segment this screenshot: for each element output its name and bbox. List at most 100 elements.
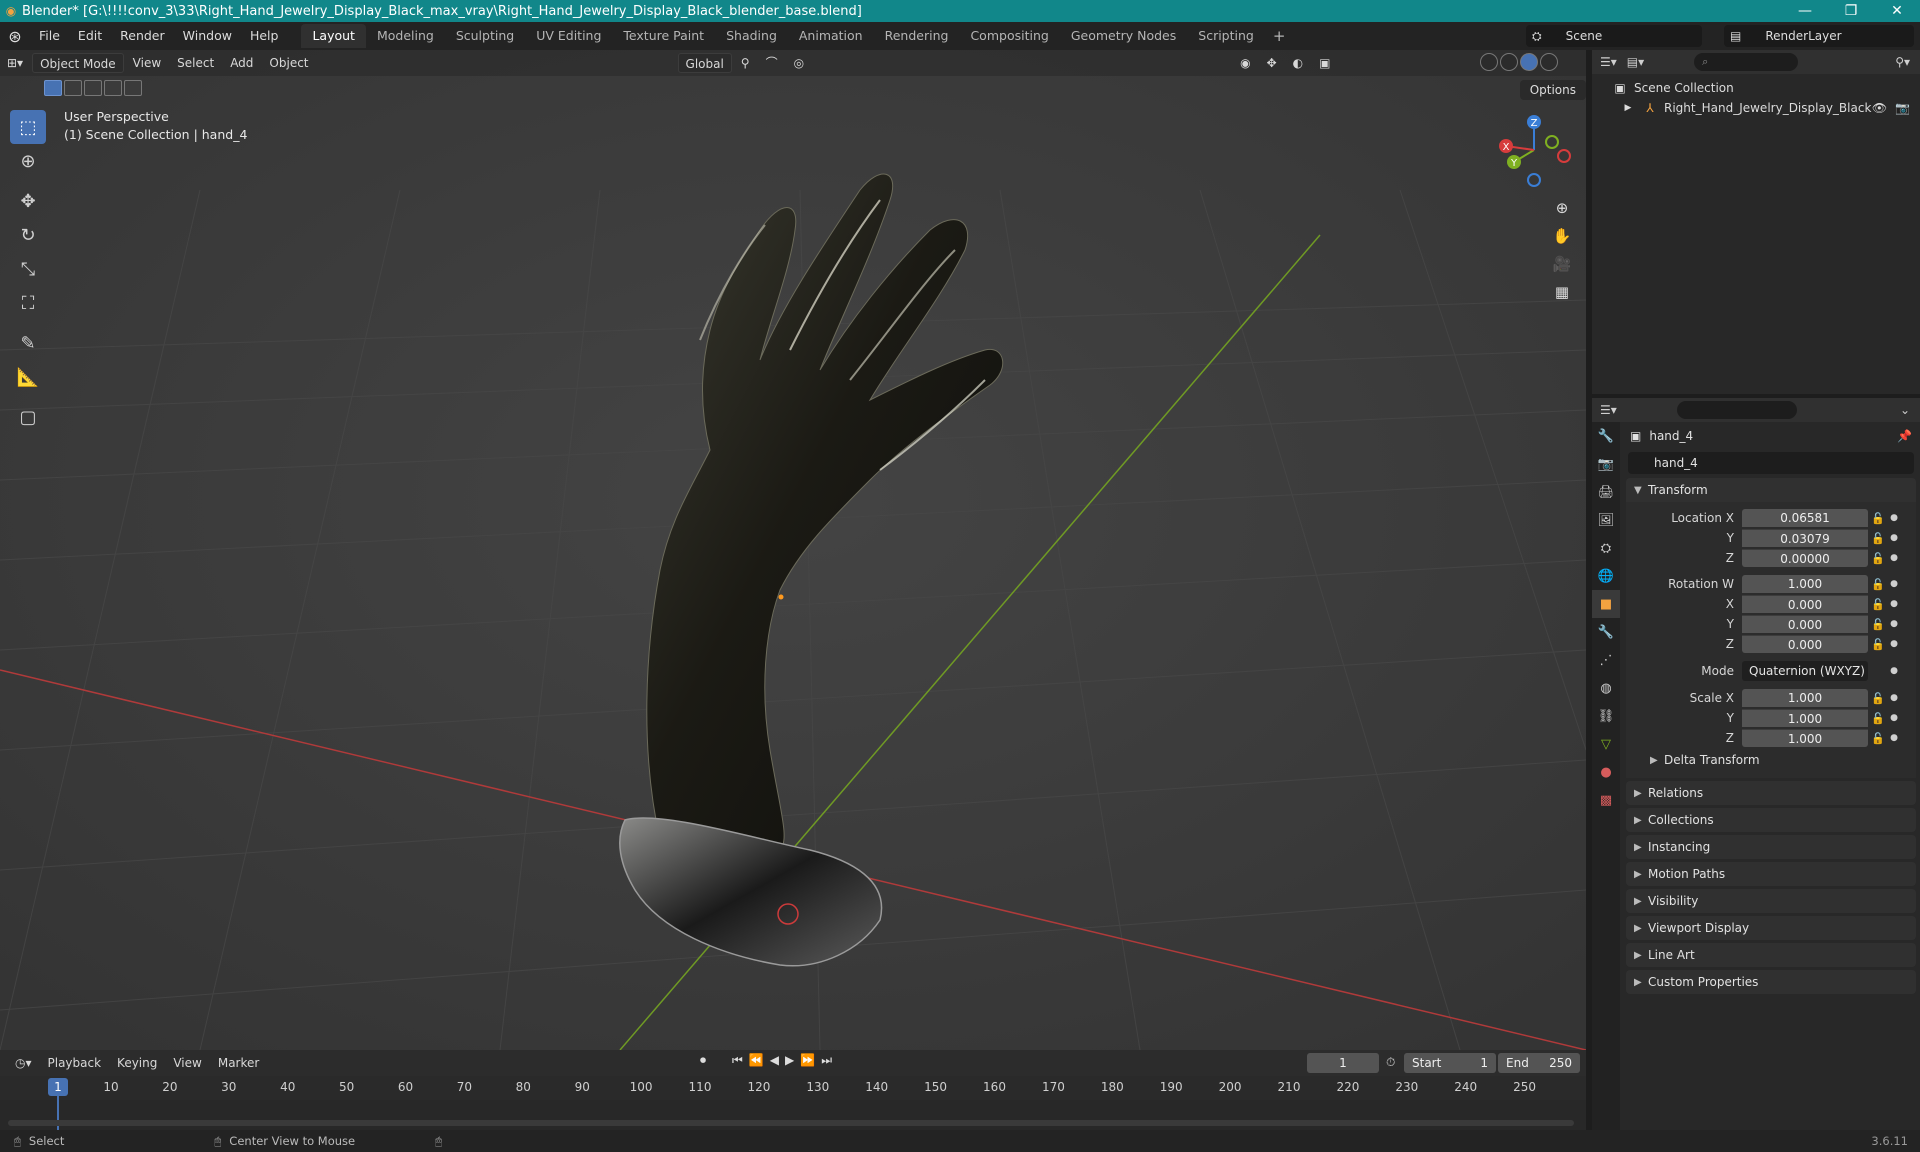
menu-add[interactable]: Add	[223, 53, 260, 73]
menu-timeline-view[interactable]: View	[166, 1053, 208, 1073]
menu-keying[interactable]: Keying	[110, 1053, 164, 1073]
location-x-field[interactable]: 0.06581	[1742, 509, 1868, 527]
lock-icon[interactable]: 🔓	[1868, 598, 1888, 611]
output-tab-icon[interactable]: 🖨	[1592, 478, 1620, 506]
keyframe-dot-icon[interactable]: ●	[1888, 733, 1900, 743]
next-keyframe-icon[interactable]: ⏩	[800, 1053, 815, 1068]
mode-dropdown[interactable]: Object Mode	[32, 53, 124, 73]
physics-tab-icon[interactable]: ◍	[1592, 674, 1620, 702]
select-extend-mode[interactable]	[64, 80, 82, 96]
scene-tab-icon[interactable]: ⛭	[1592, 534, 1620, 562]
neg-y-handle[interactable]	[1545, 135, 1559, 149]
keyframe-dot-icon[interactable]: ●	[1888, 639, 1900, 649]
delta-transform-subpanel[interactable]: ▶ Delta Transform	[1626, 748, 1916, 772]
lock-icon[interactable]: 🔓	[1868, 578, 1888, 591]
properties-search-input[interactable]	[1676, 401, 1797, 419]
xray-icon[interactable]: ▣	[1312, 53, 1337, 73]
keyframe-dot-icon[interactable]: ●	[1888, 533, 1900, 543]
lock-icon[interactable]: 🔓	[1868, 638, 1888, 651]
current-frame-field[interactable]: 1	[1307, 1053, 1379, 1073]
minimize-button[interactable]: —	[1782, 3, 1828, 19]
menu-marker[interactable]: Marker	[211, 1053, 266, 1073]
transform-orientation-dropdown[interactable]: Global	[677, 53, 732, 73]
navigation-gizmo[interactable]: Z Y X	[1494, 110, 1574, 190]
scale-tool[interactable]: ⤡	[10, 252, 46, 286]
rotation-z-field[interactable]: 0.000	[1742, 635, 1868, 653]
scale-x-field[interactable]: 1.000	[1742, 689, 1868, 707]
lock-icon[interactable]: 🔓	[1868, 532, 1888, 545]
menu-object[interactable]: Object	[262, 53, 315, 73]
line-art-panel-header[interactable]: ▶ Line Art	[1626, 943, 1916, 967]
rendered-shading-button[interactable]	[1540, 53, 1558, 71]
filter-icon[interactable]: ⚲▾	[1895, 55, 1920, 69]
tab-scripting[interactable]: Scripting	[1187, 24, 1265, 48]
add-cube-tool[interactable]: ▢	[10, 400, 46, 434]
editor-type-icon[interactable]: ⊞▾	[0, 53, 30, 73]
particles-tab-icon[interactable]: ⋰	[1592, 646, 1620, 674]
menu-view[interactable]: View	[126, 53, 168, 73]
proportional-edit-icon[interactable]: ◎	[787, 53, 811, 73]
jump-start-icon[interactable]: ⏮	[732, 1053, 743, 1068]
outliner-search-input[interactable]: ⌕	[1694, 53, 1799, 71]
properties-options-icon[interactable]: ⌄	[1900, 403, 1920, 417]
current-frame-marker[interactable]: 1	[48, 1078, 68, 1096]
neg-x-handle[interactable]	[1557, 149, 1571, 163]
camera-render-icon[interactable]: 📷	[1895, 101, 1910, 115]
tool-tab-icon[interactable]: 🔧	[1592, 422, 1620, 450]
end-frame-field[interactable]: End 250	[1498, 1053, 1580, 1073]
viewport-display-panel-header[interactable]: ▶ Viewport Display	[1626, 916, 1916, 940]
render-tab-icon[interactable]: 📷	[1592, 450, 1620, 478]
location-z-field[interactable]: 0.00000	[1742, 549, 1868, 567]
menu-edit[interactable]: Edit	[69, 25, 111, 47]
constraints-tab-icon[interactable]: ⛓	[1592, 702, 1620, 730]
menu-render[interactable]: Render	[111, 25, 174, 47]
scale-y-field[interactable]: 1.000	[1742, 709, 1868, 727]
object-name-field[interactable]: hand_4	[1628, 452, 1914, 474]
display-mode-icon[interactable]: ▤▾	[1627, 55, 1644, 69]
keyframe-dot-icon[interactable]: ●	[1888, 693, 1900, 703]
material-tab-icon[interactable]: ●	[1592, 758, 1620, 786]
gizmo-toggle-icon[interactable]: ✥	[1260, 53, 1284, 73]
tab-rendering[interactable]: Rendering	[874, 24, 960, 48]
3d-viewport[interactable]: ⊞▾ Object Mode View Select Add Object Gl…	[0, 50, 1586, 1050]
zoom-icon[interactable]: ⊕	[1548, 194, 1576, 222]
menu-playback[interactable]: Playback	[41, 1053, 109, 1073]
annotate-tool[interactable]: ✎	[10, 326, 46, 360]
select-invert-mode[interactable]	[104, 80, 122, 96]
keyframe-dot-icon[interactable]: ●	[1888, 579, 1900, 589]
expand-arrow-icon[interactable]: ▶	[1620, 103, 1636, 113]
visibility-panel-header[interactable]: ▶ Visibility	[1626, 889, 1916, 913]
lock-icon[interactable]: 🔓	[1868, 618, 1888, 631]
keyframe-dot-icon[interactable]: ●	[1888, 513, 1900, 523]
tab-uv-editing[interactable]: UV Editing	[525, 24, 612, 48]
outliner-item[interactable]: ▶ ⅄ Right_Hand_Jewelry_Display_Black 👁 📷	[1592, 98, 1920, 118]
modifier-tab-icon[interactable]: 🔧	[1592, 618, 1620, 646]
keyframe-dot-icon[interactable]: ●	[1888, 599, 1900, 609]
tab-animation[interactable]: Animation	[788, 24, 874, 48]
camera-icon[interactable]: 🎥	[1548, 250, 1576, 278]
rotate-tool[interactable]: ↻	[10, 218, 46, 252]
outliner-editor-icon[interactable]: ☰▾	[1600, 55, 1617, 69]
keyframe-dot-icon[interactable]: ●	[1888, 553, 1900, 563]
tab-sculpting[interactable]: Sculpting	[445, 24, 525, 48]
outliner-scene-collection[interactable]: ▣ Scene Collection	[1592, 78, 1920, 98]
lock-icon[interactable]: 🔓	[1868, 712, 1888, 725]
rotation-y-field[interactable]: 0.000	[1742, 615, 1868, 633]
tab-compositing[interactable]: Compositing	[959, 24, 1059, 48]
cursor-tool[interactable]: ⊕	[10, 144, 46, 178]
tab-layout[interactable]: Layout	[301, 24, 366, 48]
data-tab-icon[interactable]: ▽	[1592, 730, 1620, 758]
object-tab-icon[interactable]: ■	[1592, 590, 1620, 618]
select-intersect-mode[interactable]	[124, 80, 142, 96]
select-box-tool[interactable]: ⬚	[10, 110, 46, 144]
lock-icon[interactable]: 🔓	[1868, 552, 1888, 565]
menu-select[interactable]: Select	[170, 53, 221, 73]
render-layer-selector[interactable]: ▤ RenderLayer	[1724, 25, 1914, 47]
view-layer-tab-icon[interactable]: 🖼	[1592, 506, 1620, 534]
snap-icon[interactable]: ⌒	[759, 53, 785, 73]
lock-icon[interactable]: 🔓	[1868, 692, 1888, 705]
options-button[interactable]: Options	[1519, 80, 1586, 100]
prev-keyframe-icon[interactable]: ⏪	[749, 1053, 764, 1068]
custom-properties-panel-header[interactable]: ▶ Custom Properties	[1626, 970, 1916, 994]
grid-view-icon[interactable]: ▦	[1548, 278, 1576, 306]
